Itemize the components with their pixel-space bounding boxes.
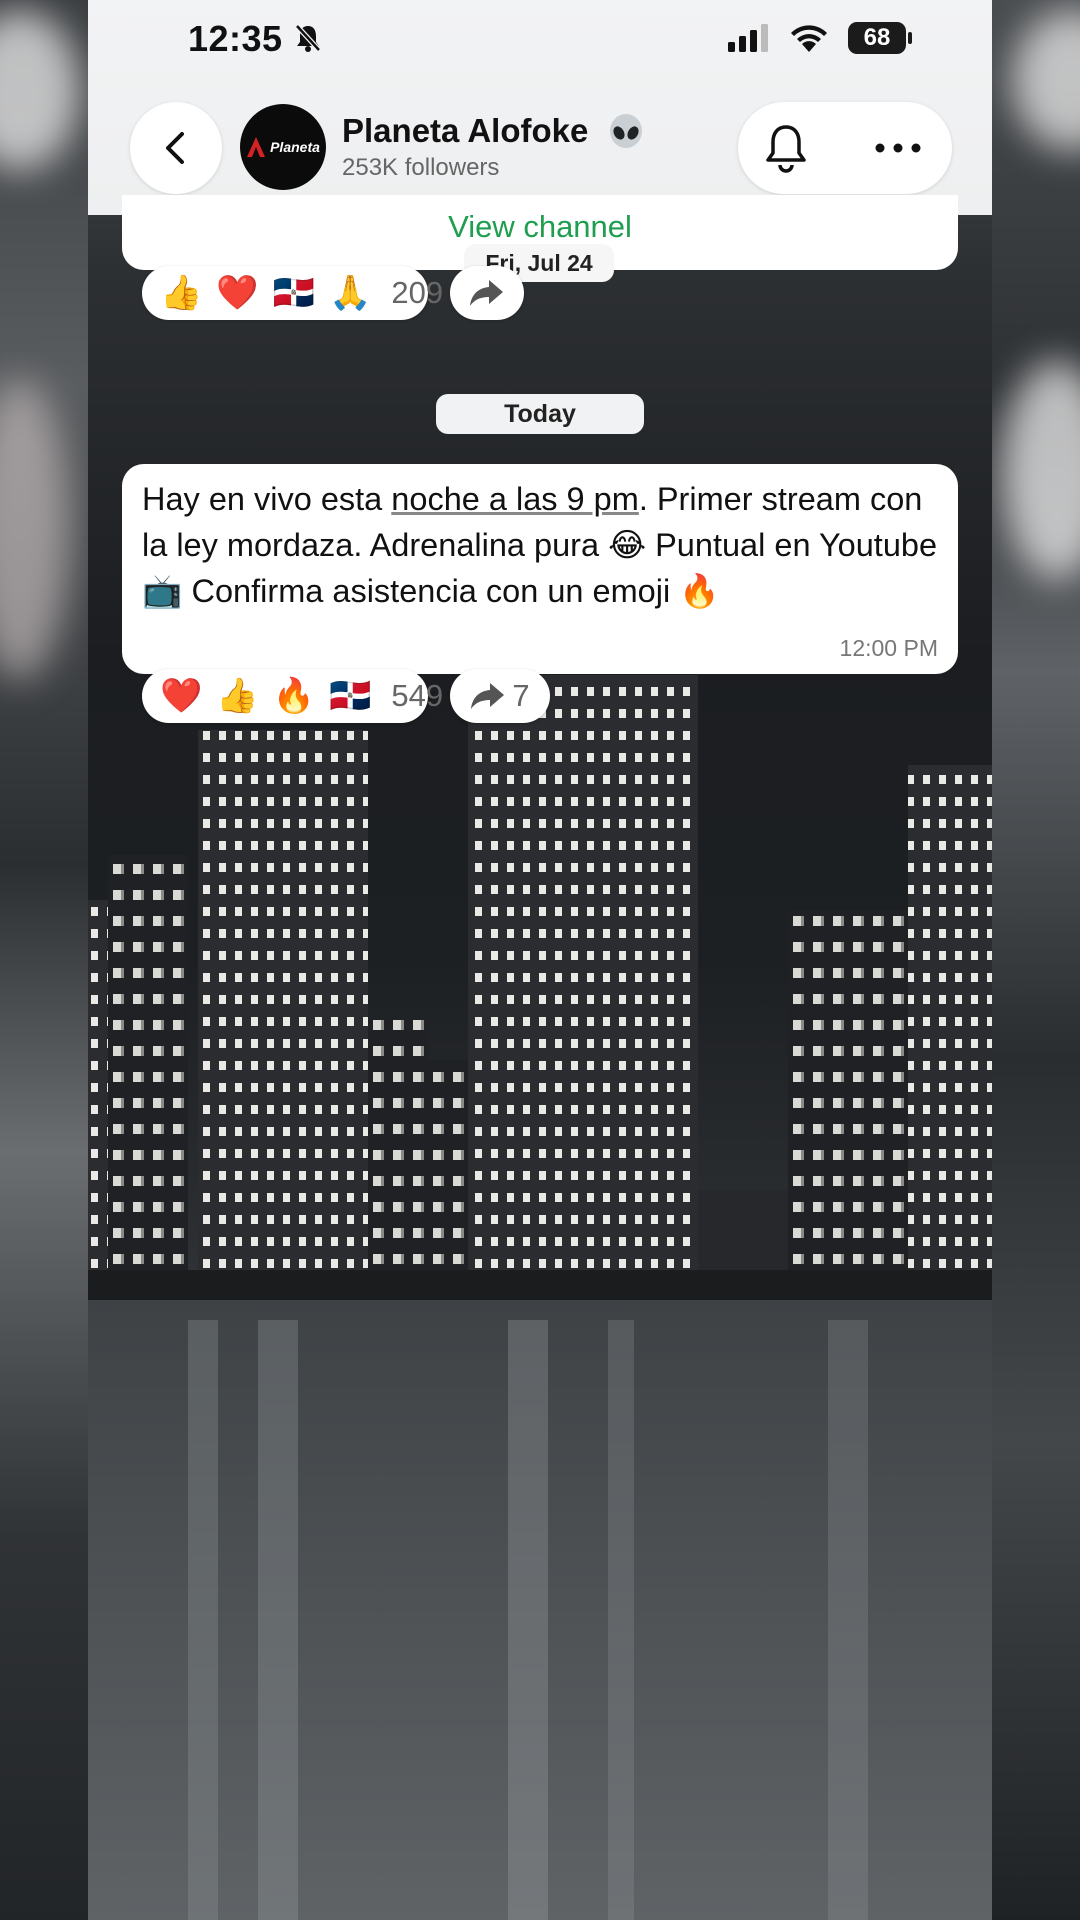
more-options-button[interactable] <box>868 122 928 174</box>
message-time-link[interactable]: noche a las 9 pm <box>391 481 639 517</box>
forward-arrow-icon <box>470 280 503 306</box>
message-bubble[interactable]: Hay en vivo esta noche a las 9 pm. Prime… <box>122 464 958 674</box>
phone-screen: 12:35 68 Planeta Planeta Alofoke 253K fo… <box>88 0 992 1920</box>
channel-header: 12:35 68 Planeta Planeta Alofoke 253K fo… <box>88 0 992 215</box>
alien-emoji-icon <box>609 114 642 149</box>
cellular-signal-icon <box>728 24 768 52</box>
date-separator-today: Today <box>436 394 644 434</box>
reaction-emoji: ❤️ <box>216 274 259 312</box>
message-reactions[interactable]: ❤️ 👍 🔥 🇩🇴 549 <box>142 669 443 723</box>
channel-title[interactable]: Planeta Alofoke <box>342 112 646 153</box>
status-time: 12:35 <box>188 18 283 59</box>
reaction-emoji: 🇩🇴 <box>329 677 372 715</box>
follower-count: 253K followers <box>342 154 500 181</box>
forward-button-previous[interactable] <box>450 266 524 320</box>
message-timestamp: 12:00 PM <box>839 635 938 661</box>
channel-avatar[interactable]: Planeta <box>240 104 326 190</box>
reaction-emoji: 👍 <box>160 274 203 312</box>
silent-mode-icon <box>295 24 321 52</box>
avatar-label: Planeta <box>270 139 320 155</box>
battery-cap <box>908 32 912 44</box>
previous-message-reactions[interactable]: 👍 ❤️ 🇩🇴 🙏 209 <box>142 266 443 320</box>
alofoke-logo-icon <box>247 137 266 157</box>
header-actions <box>738 102 952 194</box>
right-blur-margin <box>992 0 1080 1920</box>
reaction-count: 549 <box>391 678 444 713</box>
reaction-count: 209 <box>391 275 444 310</box>
forward-button[interactable]: 7 <box>450 669 550 723</box>
reaction-emoji: 👍 <box>216 677 259 715</box>
channel-name-text: Planeta Alofoke <box>342 112 589 149</box>
back-chevron-icon <box>166 132 184 164</box>
reaction-emoji: 🇩🇴 <box>272 274 316 312</box>
battery-indicator: 68 <box>848 22 906 54</box>
left-blur-margin <box>0 0 88 1920</box>
notifications-button[interactable] <box>760 122 812 174</box>
forward-count: 7 <box>512 678 530 713</box>
more-icon <box>875 143 921 153</box>
view-channel-link[interactable]: View channel <box>122 209 958 245</box>
bell-icon <box>766 125 806 173</box>
reaction-emoji: 🙏 <box>329 274 372 312</box>
reaction-emoji: ❤️ <box>160 677 203 715</box>
back-button[interactable] <box>130 102 222 194</box>
reaction-emoji: 🔥 <box>272 677 316 715</box>
message-text-start: Hay en vivo esta <box>142 481 392 517</box>
message-text: Hay en vivo esta noche a las 9 pm. Prime… <box>142 476 938 614</box>
wifi-icon <box>791 25 827 52</box>
forward-arrow-icon <box>471 683 505 709</box>
